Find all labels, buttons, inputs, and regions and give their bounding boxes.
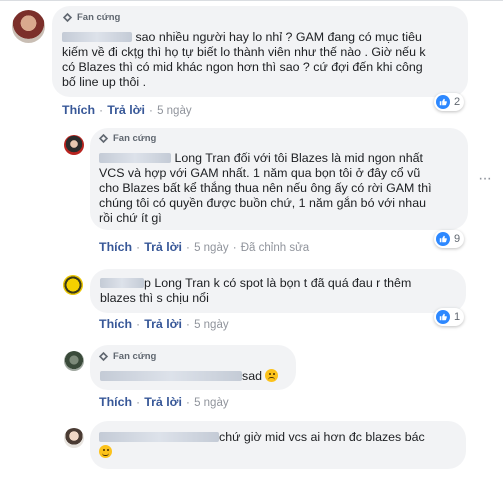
reaction-count[interactable]: 2 [434, 93, 465, 111]
comment-actions: Thích · Trả lời · 5 ngày [62, 103, 192, 117]
redacted-name[interactable] [62, 32, 132, 42]
like-icon [436, 232, 450, 246]
redacted-name[interactable] [99, 432, 219, 442]
avatar[interactable] [64, 135, 84, 155]
like-button[interactable]: Thích [62, 103, 95, 117]
reply-button[interactable]: Trả lời [144, 395, 182, 409]
fan-badge[interactable]: Fan cứng [98, 351, 156, 362]
fan-badge-label: Fan cứng [113, 133, 157, 144]
redacted-name[interactable] [100, 278, 144, 288]
edited-label[interactable]: Đã chỉnh sửa [241, 242, 309, 254]
reaction-count[interactable]: 1 [434, 308, 465, 326]
fan-badge-icon [62, 12, 73, 23]
comment-actions: Thích · Trả lời · 5 ngày [99, 317, 229, 331]
timestamp[interactable]: 5 ngày [194, 319, 229, 331]
comment-text: sao nhiều người hay lo nhỉ ? GAM đang có… [62, 30, 426, 89]
fan-badge[interactable]: Fan cứng [98, 133, 156, 144]
comment-text: p Long Tran k có spot là bọn t đã quá đa… [100, 276, 412, 305]
avatar[interactable] [63, 275, 83, 295]
reply-button[interactable]: Trả lời [144, 317, 182, 331]
like-button[interactable]: Thích [99, 317, 132, 331]
reply-button[interactable]: Trả lời [107, 103, 145, 117]
reaction-count[interactable]: 9 [434, 230, 465, 248]
more-options-icon[interactable]: ··· [478, 170, 492, 188]
fan-badge-label: Fan cứng [113, 351, 157, 362]
smile-emoji-icon [99, 445, 112, 458]
comment-actions: Thích · Trả lời · 5 ngày · Đã chỉnh sửa [99, 240, 310, 254]
redacted-name[interactable] [99, 153, 171, 163]
redacted-name[interactable] [100, 371, 242, 381]
like-button[interactable]: Thích [99, 395, 132, 409]
fan-badge-icon [98, 351, 109, 362]
timestamp[interactable]: 5 ngày [157, 105, 192, 117]
avatar[interactable] [64, 351, 84, 371]
fan-badge-icon [98, 133, 109, 144]
avatar[interactable] [64, 428, 84, 448]
fan-badge-label: Fan cứng [77, 12, 121, 23]
sad-emoji-icon [265, 369, 279, 382]
avatar[interactable] [12, 10, 45, 43]
timestamp[interactable]: 5 ngày [194, 397, 229, 409]
comment-text: sad [100, 369, 279, 384]
like-icon [436, 95, 450, 109]
fan-badge[interactable]: Fan cứng [62, 12, 120, 23]
comment-text: chứ giờ mid vcs ai hơn đc blazes bác [99, 430, 459, 460]
like-icon [436, 310, 450, 324]
comment-text: Long Tran đối với tôi Blazes là mid ngon… [99, 151, 432, 225]
reply-button[interactable]: Trả lời [144, 240, 182, 254]
comment-actions: Thích · Trả lời · 5 ngày [99, 395, 229, 409]
top-divider [0, 0, 503, 1]
timestamp[interactable]: 5 ngày [194, 242, 229, 254]
like-button[interactable]: Thích [99, 240, 132, 254]
